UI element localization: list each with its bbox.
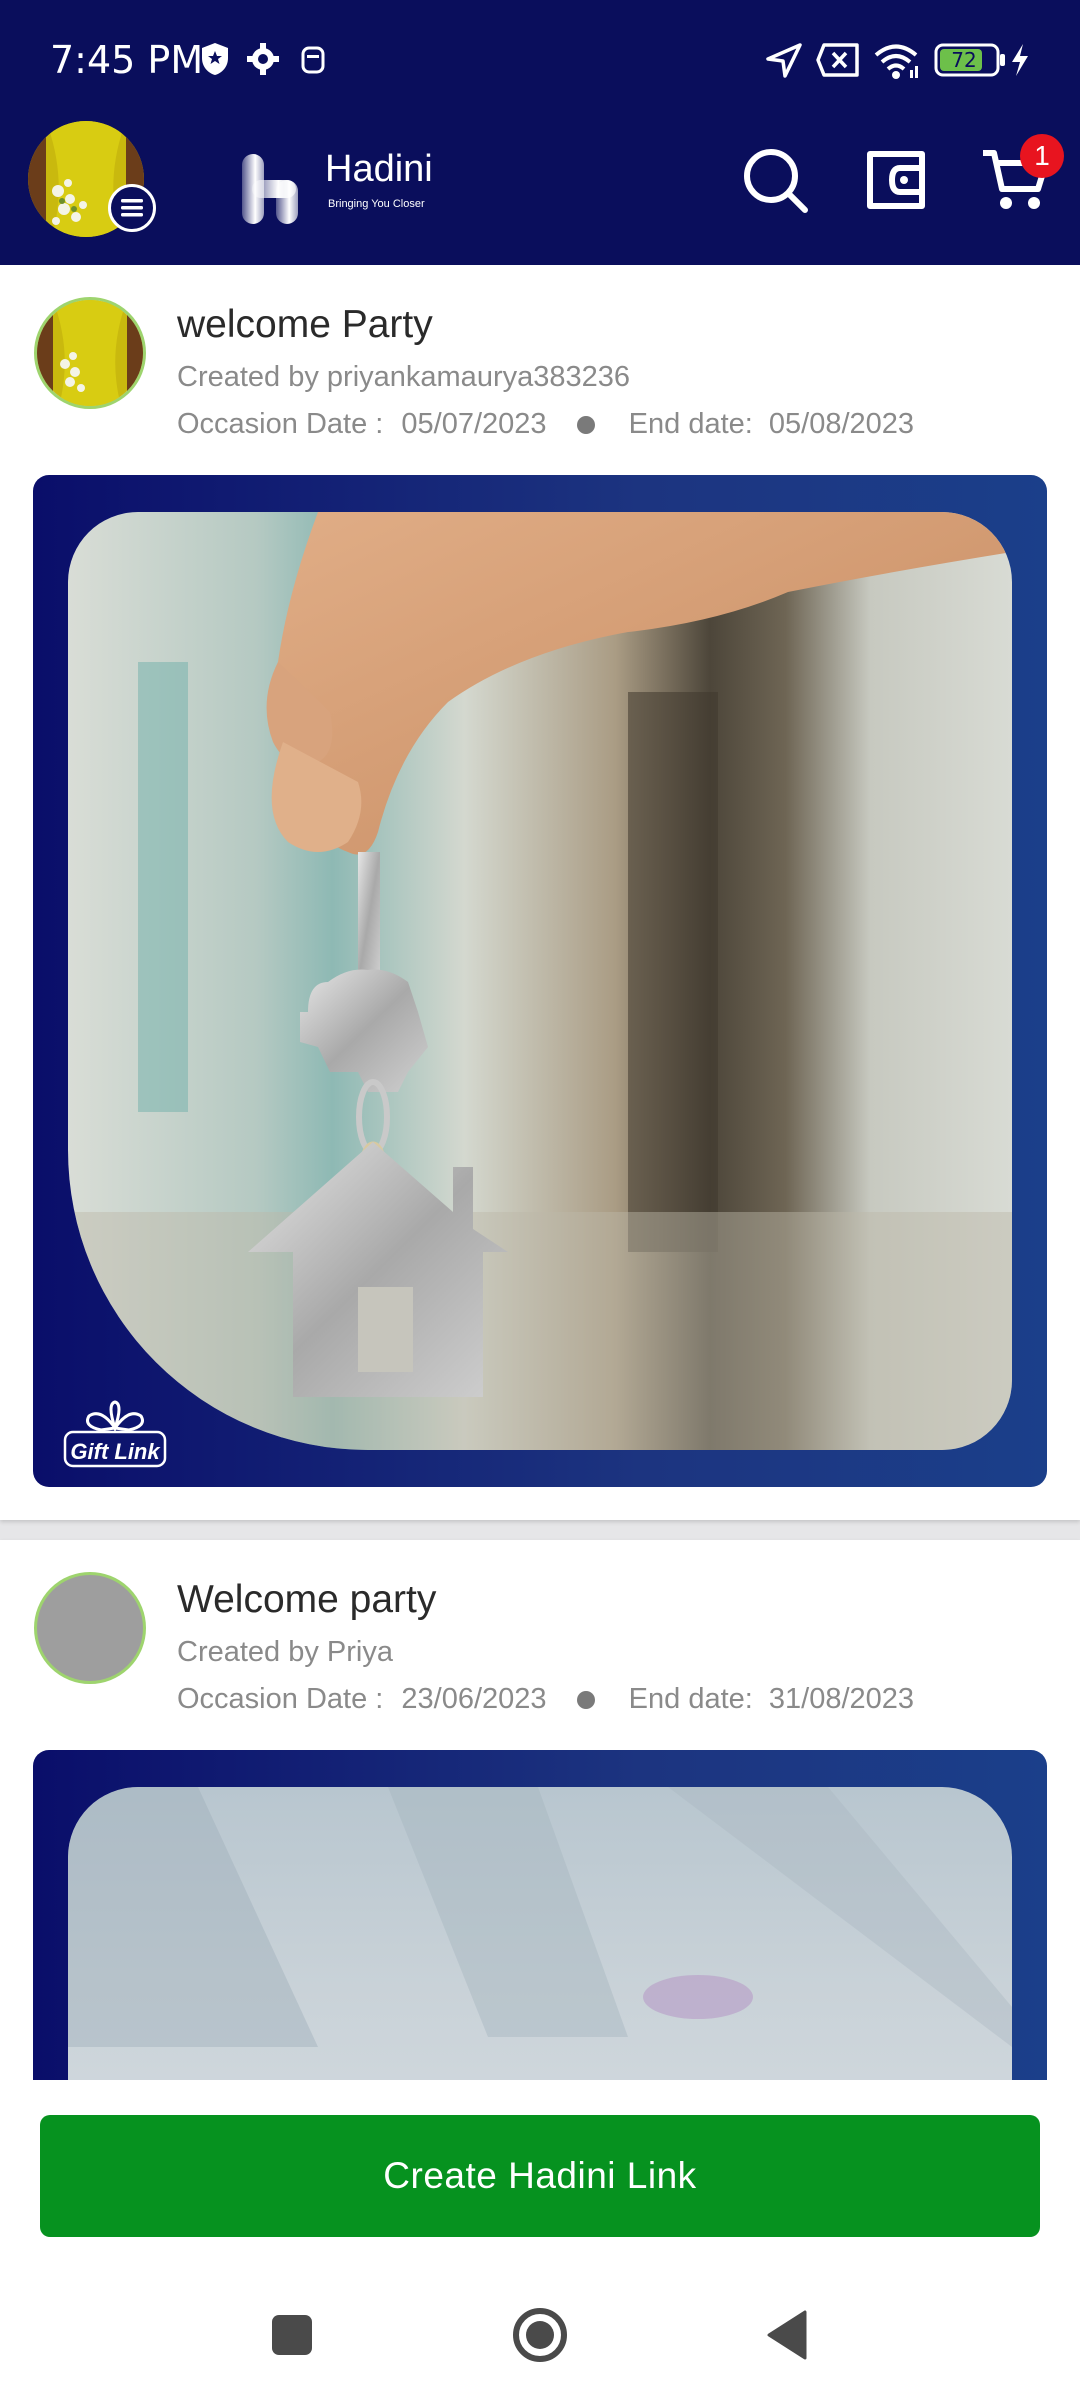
cart-count-badge: 1 — [1020, 134, 1064, 178]
sim-x-icon — [816, 42, 860, 83]
status-bar: 7:45 PM 72 — [0, 0, 1080, 120]
logo-tagline: Bringing You Closer — [328, 198, 425, 210]
notification-icon — [298, 42, 328, 81]
giftlink-watermark: Gift Link — [61, 1400, 169, 1470]
end-date: 05/08/2023 — [768, 408, 915, 440]
create-hadini-link-button[interactable]: Create Hadini Link — [40, 2115, 1040, 2237]
end-date: 31/08/2023 — [768, 1683, 915, 1715]
occasion-date: 23/06/2023 — [401, 1683, 547, 1715]
shield-icon — [200, 42, 230, 81]
battery-level: 72 — [951, 48, 976, 72]
hadini-logo-icon — [242, 154, 298, 224]
battery-icon: 72 — [934, 42, 1006, 83]
separator-dot — [576, 416, 595, 435]
wifi-icon — [872, 42, 920, 85]
home-circle-icon[interactable] — [505, 2300, 575, 2370]
wallet-icon[interactable] — [857, 140, 937, 220]
occasion-photo — [68, 512, 1012, 1450]
separator-dot — [576, 1691, 595, 1710]
back-triangle-icon[interactable] — [752, 2300, 822, 2370]
gear-icon — [246, 42, 280, 81]
end-date-label: End date: — [628, 1683, 753, 1715]
card-title[interactable]: welcome Party — [177, 303, 433, 347]
top-header: 7:45 PM 72 Hadini Bringing You Closer 1 — [0, 0, 1080, 265]
svg-text:Gift Link: Gift Link — [70, 1439, 161, 1464]
link-feed[interactable]: welcome Party Created by priyankamaurya3… — [0, 265, 1080, 2080]
creator-avatar[interactable] — [34, 1572, 146, 1684]
occasion-photo — [68, 1787, 1012, 2080]
charging-icon — [1008, 42, 1032, 83]
recents-square-icon[interactable] — [257, 2300, 327, 2370]
occasion-date-label: Occasion Date : — [177, 408, 384, 440]
occasion-image-frame[interactable] — [33, 1750, 1047, 2080]
occasion-date: 05/07/2023 — [401, 408, 547, 440]
creator-avatar[interactable] — [34, 297, 146, 409]
app-bar: Hadini Bringing You Closer 1 — [0, 118, 1080, 265]
card-creator: Created by priyankamaurya383236 — [177, 361, 630, 393]
link-card[interactable]: Welcome party Created by Priya Occasion … — [0, 1540, 1080, 2080]
card-dates: Occasion Date : 05/07/2023 End date: 05/… — [177, 408, 914, 441]
card-dates: Occasion Date : 23/06/2023 End date: 31/… — [177, 1683, 914, 1716]
status-time: 7:45 PM — [50, 38, 204, 82]
card-title[interactable]: Welcome party — [177, 1578, 436, 1622]
link-card[interactable]: welcome Party Created by priyankamaurya3… — [0, 265, 1080, 1520]
logo-name: Hadini — [325, 148, 433, 190]
occasion-date-label: Occasion Date : — [177, 1683, 384, 1715]
cta-container: Create Hadini Link — [0, 2080, 1080, 2270]
end-date-label: End date: — [628, 408, 753, 440]
search-icon[interactable] — [735, 140, 815, 220]
location-arrow-icon — [764, 42, 804, 85]
card-creator: Created by Priya — [177, 1636, 393, 1668]
menu-icon[interactable] — [108, 184, 156, 232]
system-nav-bar — [0, 2270, 1080, 2400]
occasion-image-frame[interactable]: Gift Link — [33, 475, 1047, 1487]
